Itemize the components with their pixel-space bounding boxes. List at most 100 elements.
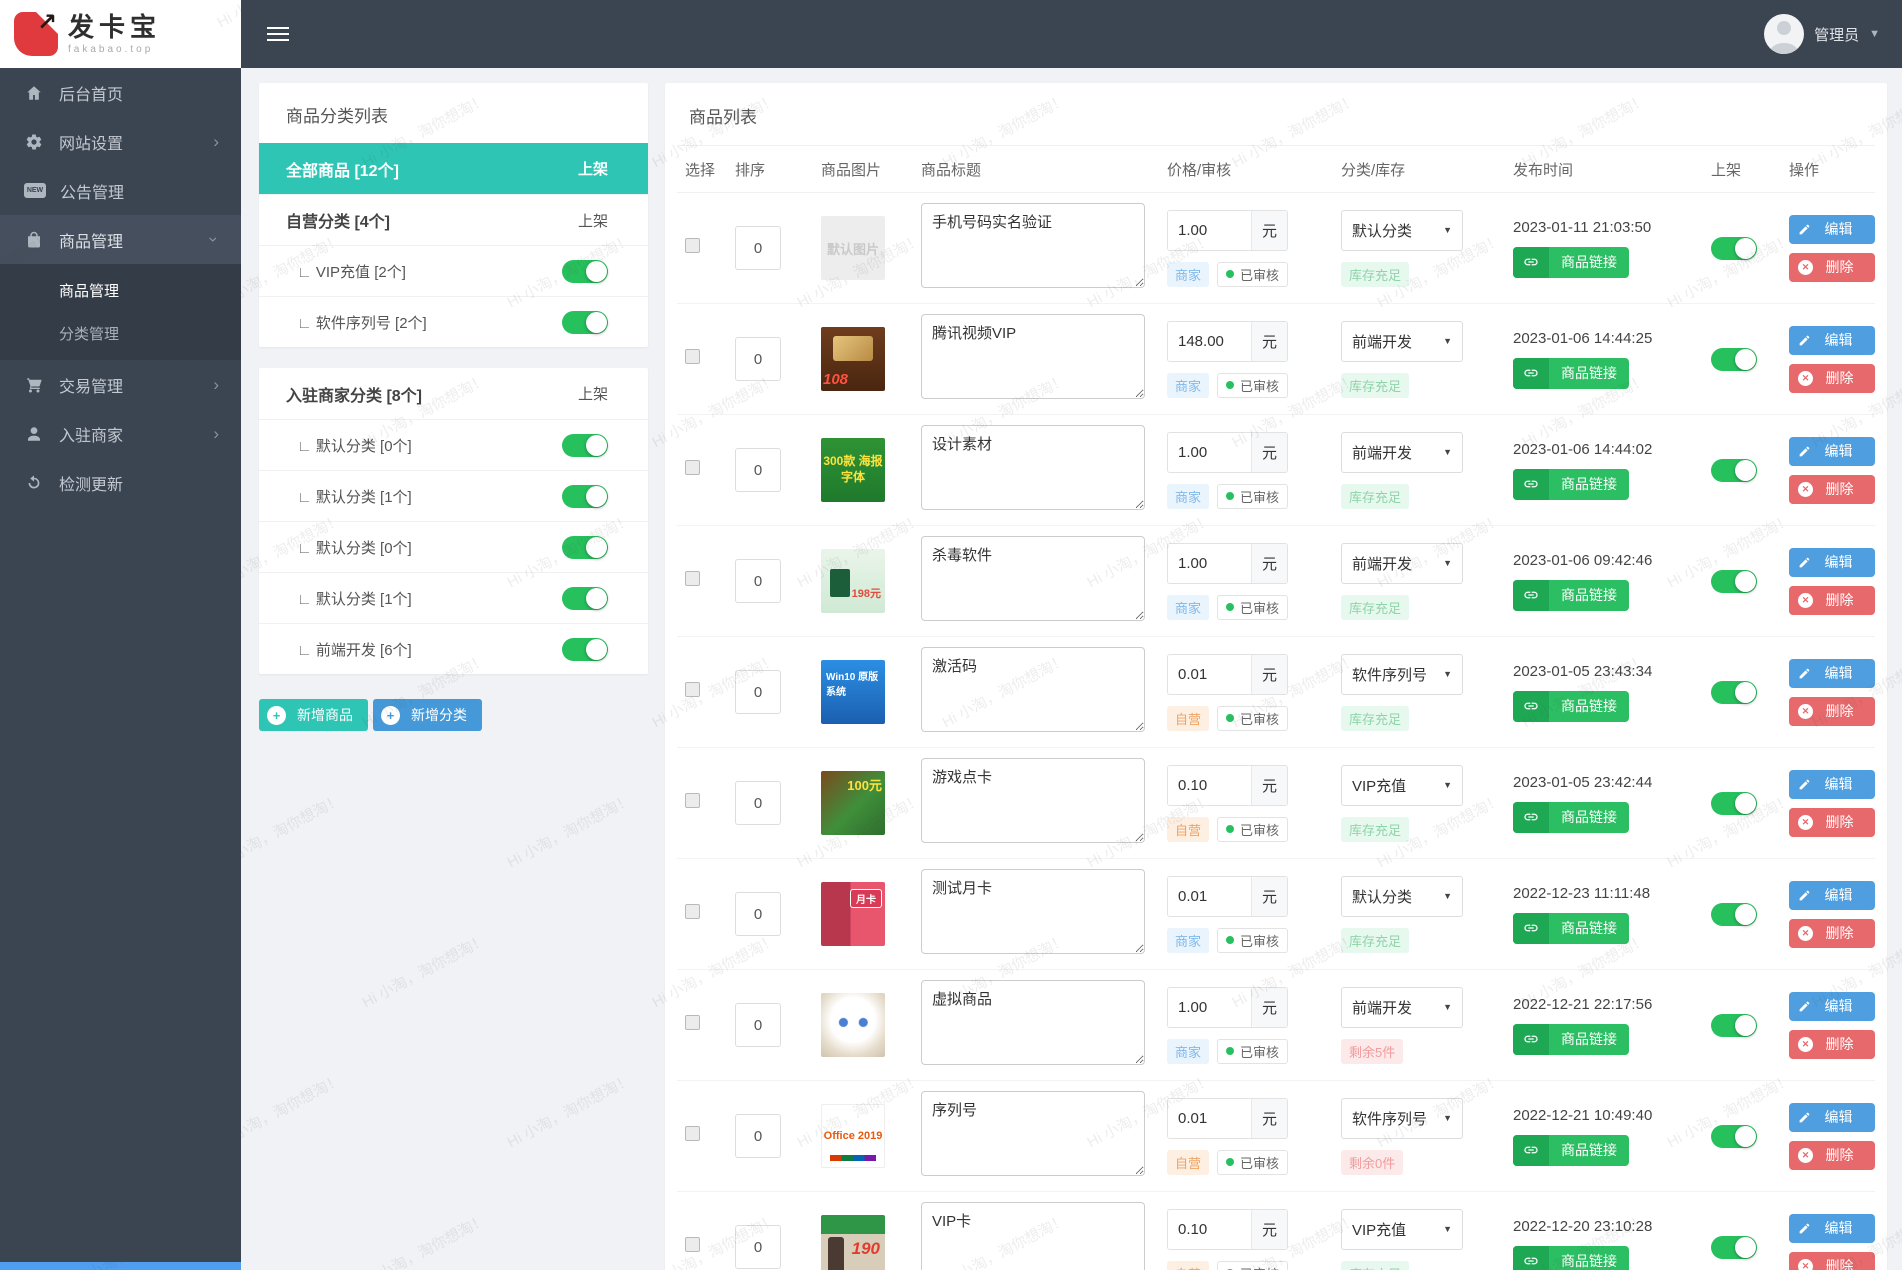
sort-input[interactable]	[735, 1114, 781, 1158]
edit-button[interactable]: 编辑	[1789, 991, 1875, 1021]
delete-button[interactable]: ✕ 删除	[1789, 1029, 1875, 1059]
category-select[interactable]: 前端开发 ▼	[1341, 320, 1463, 362]
category-select[interactable]: 前端开发 ▼	[1341, 431, 1463, 473]
product-title-textarea[interactable]	[921, 1091, 1145, 1176]
product-title-textarea[interactable]	[921, 869, 1145, 954]
product-link-button[interactable]: 商品链接	[1513, 690, 1629, 722]
category-row-default-1[interactable]: 默认分类 [0个]	[259, 419, 648, 470]
product-link-button[interactable]: 商品链接	[1513, 357, 1629, 389]
add-product-button[interactable]: + 新增商品	[259, 699, 368, 731]
category-toggle[interactable]	[562, 259, 608, 283]
product-link-button[interactable]: 商品链接	[1513, 246, 1629, 278]
sidebar-item-trade-management[interactable]: 交易管理 ›	[0, 360, 241, 409]
category-toggle[interactable]	[562, 586, 608, 610]
edit-button[interactable]: 编辑	[1789, 1102, 1875, 1132]
sidebar-item-announcements[interactable]: NEW 公告管理	[0, 166, 241, 215]
category-row-all-products[interactable]: 全部商品 [12个] 上架	[259, 143, 648, 194]
row-checkbox[interactable]	[685, 460, 700, 475]
sidebar-item-check-update[interactable]: 检测更新	[0, 458, 241, 507]
category-row-vip-recharge[interactable]: VIP充值 [2个]	[259, 245, 648, 296]
sort-input[interactable]	[735, 781, 781, 825]
sidebar-item-dashboard[interactable]: 后台首页	[0, 68, 241, 117]
delete-button[interactable]: ✕ 删除	[1789, 1140, 1875, 1170]
sidebar-item-product-management[interactable]: 商品管理 ›	[0, 215, 241, 264]
edit-button[interactable]: 编辑	[1789, 325, 1875, 355]
on-sale-toggle[interactable]	[1711, 458, 1757, 482]
product-title-textarea[interactable]	[921, 758, 1145, 843]
edit-button[interactable]: 编辑	[1789, 769, 1875, 799]
row-checkbox[interactable]	[685, 904, 700, 919]
category-select[interactable]: 默认分类 ▼	[1341, 209, 1463, 251]
sidebar-item-site-settings[interactable]: 网站设置 ›	[0, 117, 241, 166]
on-sale-toggle[interactable]	[1711, 791, 1757, 815]
delete-button[interactable]: ✕ 删除	[1789, 918, 1875, 948]
row-checkbox[interactable]	[685, 793, 700, 808]
delete-button[interactable]: ✕ 删除	[1789, 252, 1875, 282]
price-input[interactable]	[1168, 321, 1251, 361]
delete-button[interactable]: ✕ 删除	[1789, 1251, 1875, 1270]
category-row-self-group[interactable]: 自营分类 [4个] 上架	[259, 194, 648, 245]
product-title-textarea[interactable]	[921, 647, 1145, 732]
on-sale-toggle[interactable]	[1711, 902, 1757, 926]
product-title-textarea[interactable]	[921, 980, 1145, 1065]
sort-input[interactable]	[735, 892, 781, 936]
category-select[interactable]: 前端开发 ▼	[1341, 542, 1463, 584]
sort-input[interactable]	[735, 448, 781, 492]
price-input[interactable]	[1168, 765, 1251, 805]
category-toggle[interactable]	[562, 637, 608, 661]
on-sale-toggle[interactable]	[1711, 1124, 1757, 1148]
delete-button[interactable]: ✕ 删除	[1789, 363, 1875, 393]
product-link-button[interactable]: 商品链接	[1513, 912, 1629, 944]
delete-button[interactable]: ✕ 删除	[1789, 474, 1875, 504]
on-sale-toggle[interactable]	[1711, 569, 1757, 593]
price-input[interactable]	[1168, 432, 1251, 472]
sort-input[interactable]	[735, 559, 781, 603]
on-sale-toggle[interactable]	[1711, 1235, 1757, 1259]
category-select[interactable]: VIP充值 ▼	[1341, 1208, 1463, 1250]
category-row-merchant-group[interactable]: 入驻商家分类 [8个] 上架	[259, 368, 648, 419]
price-input[interactable]	[1168, 987, 1251, 1027]
price-input[interactable]	[1168, 210, 1251, 250]
user-menu[interactable]: 管理员 ▼	[1764, 14, 1880, 54]
price-input[interactable]	[1168, 1098, 1251, 1138]
price-input[interactable]	[1168, 876, 1251, 916]
product-title-textarea[interactable]	[921, 536, 1145, 621]
category-toggle[interactable]	[562, 310, 608, 334]
category-toggle[interactable]	[562, 535, 608, 559]
edit-button[interactable]: 编辑	[1789, 214, 1875, 244]
sidebar-subitem-product-management[interactable]: 商品管理	[0, 269, 241, 312]
price-input[interactable]	[1168, 543, 1251, 583]
add-category-button[interactable]: + 新增分类	[373, 699, 482, 731]
product-title-textarea[interactable]	[921, 203, 1145, 288]
sort-input[interactable]	[735, 670, 781, 714]
hamburger-menu-icon[interactable]	[267, 23, 289, 45]
row-checkbox[interactable]	[685, 1126, 700, 1141]
category-select[interactable]: 软件序列号 ▼	[1341, 653, 1463, 695]
sort-input[interactable]	[735, 1003, 781, 1047]
sort-input[interactable]	[735, 226, 781, 270]
category-select[interactable]: 前端开发 ▼	[1341, 986, 1463, 1028]
category-select[interactable]: 软件序列号 ▼	[1341, 1097, 1463, 1139]
category-toggle[interactable]	[562, 484, 608, 508]
sidebar-item-merchants[interactable]: 入驻商家 ›	[0, 409, 241, 458]
product-link-button[interactable]: 商品链接	[1513, 468, 1629, 500]
product-link-button[interactable]: 商品链接	[1513, 579, 1629, 611]
price-input[interactable]	[1168, 654, 1251, 694]
on-sale-toggle[interactable]	[1711, 680, 1757, 704]
sort-input[interactable]	[735, 337, 781, 381]
sidebar-subitem-category-management[interactable]: 分类管理	[0, 312, 241, 355]
product-title-textarea[interactable]	[921, 425, 1145, 510]
row-checkbox[interactable]	[685, 682, 700, 697]
category-row-default-3[interactable]: 默认分类 [0个]	[259, 521, 648, 572]
product-title-textarea[interactable]	[921, 314, 1145, 399]
product-link-button[interactable]: 商品链接	[1513, 801, 1629, 833]
row-checkbox[interactable]	[685, 1015, 700, 1030]
edit-button[interactable]: 编辑	[1789, 880, 1875, 910]
price-input[interactable]	[1168, 1209, 1251, 1249]
row-checkbox[interactable]	[685, 238, 700, 253]
category-row-default-4[interactable]: 默认分类 [1个]	[259, 572, 648, 623]
on-sale-toggle[interactable]	[1711, 347, 1757, 371]
category-row-software-serial[interactable]: 软件序列号 [2个]	[259, 296, 648, 347]
row-checkbox[interactable]	[685, 349, 700, 364]
on-sale-toggle[interactable]	[1711, 1013, 1757, 1037]
